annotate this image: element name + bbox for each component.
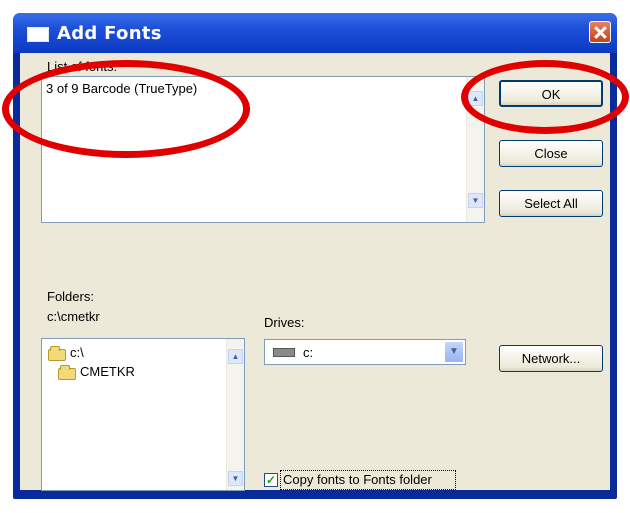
fonts-list-label: List of fonts: — [47, 59, 118, 74]
current-folder-path: c:\cmetkr — [47, 309, 100, 324]
close-icon[interactable] — [589, 21, 611, 43]
select-all-button[interactable]: Select All — [499, 190, 603, 217]
folder-item-root[interactable]: c:\ — [70, 345, 84, 360]
scroll-up-icon[interactable]: ▲ — [228, 349, 243, 364]
folders-label: Folders: — [47, 289, 94, 304]
scroll-down-icon[interactable]: ▼ — [228, 471, 243, 486]
chevron-down-icon[interactable]: ▼ — [444, 341, 464, 363]
scroll-down-icon[interactable]: ▼ — [468, 193, 483, 208]
scroll-up-icon[interactable]: ▲ — [468, 91, 483, 106]
folders-listbox[interactable]: c:\ CMETKR ▲ ▼ — [41, 338, 245, 491]
add-fonts-dialog: Add Fonts List of fonts: 3 of 9 Barcode … — [13, 13, 617, 499]
window-title: Add Fonts — [57, 23, 162, 44]
drives-label: Drives: — [264, 315, 305, 330]
drives-dropdown[interactable]: c: ▼ — [264, 339, 466, 365]
folders-scrollbar[interactable]: ▲ ▼ — [226, 339, 244, 490]
close-button[interactable]: Close — [499, 140, 603, 167]
drives-selected-value: c: — [303, 345, 314, 360]
window-icon — [27, 27, 49, 42]
copy-fonts-label[interactable]: Copy fonts to Fonts folder — [283, 472, 432, 487]
open-folder-icon — [48, 346, 66, 361]
font-list-item[interactable]: 3 of 9 Barcode (TrueType) — [46, 81, 197, 96]
ok-button[interactable]: OK — [499, 80, 603, 107]
copy-fonts-checkbox[interactable]: ✓ — [264, 473, 278, 487]
fonts-listbox[interactable]: 3 of 9 Barcode (TrueType) ▲ ▼ — [41, 76, 485, 223]
network-button[interactable]: Network... — [499, 345, 603, 372]
open-folder-icon — [58, 365, 76, 380]
hard-drive-icon — [273, 348, 295, 357]
title-bar[interactable]: Add Fonts — [13, 13, 617, 53]
dialog-body: List of fonts: 3 of 9 Barcode (TrueType)… — [20, 53, 610, 491]
fonts-scrollbar[interactable]: ▲ ▼ — [466, 77, 484, 222]
folder-item-cmetkr[interactable]: CMETKR — [80, 364, 135, 379]
